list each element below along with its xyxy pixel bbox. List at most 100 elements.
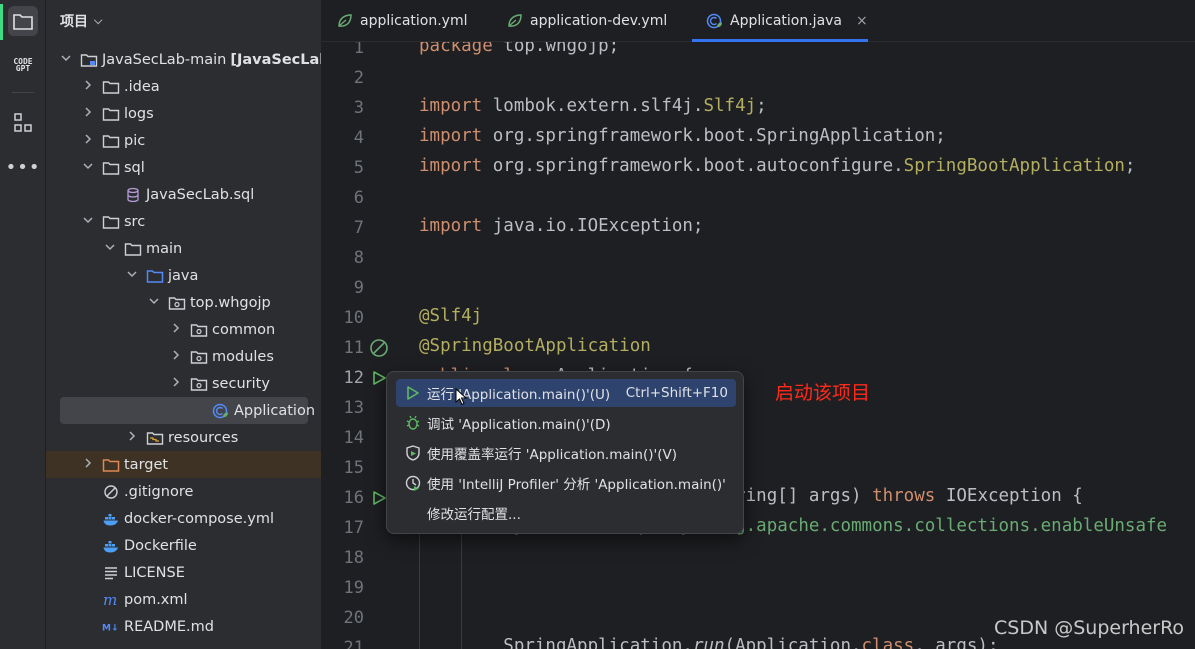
chevron-right-icon[interactable] <box>124 431 140 444</box>
debug-icon <box>406 415 420 430</box>
project-panel: 项目 ⌵ JavaSecLab-main[JavaSecLab]D .idea lo… <box>46 0 322 649</box>
line-number: 19 <box>343 578 364 598</box>
chevron-right-icon[interactable] <box>80 107 96 120</box>
tree-item-label: LICENSE <box>124 564 185 581</box>
svg-text:m: m <box>103 592 117 608</box>
tree-item-label: docker-compose.yml <box>124 510 274 527</box>
tree-item-label: .idea <box>124 78 160 95</box>
line-number: 8 <box>353 248 364 268</box>
tab-application-java[interactable]: Application.java × <box>692 0 868 42</box>
structure-tool-button[interactable] <box>8 108 38 138</box>
spring-bean-icon <box>370 339 388 357</box>
chevron-right-icon[interactable] <box>168 377 184 390</box>
tree-item[interactable]: M↓ README.md <box>46 613 321 640</box>
tree-item[interactable]: .gitignore <box>46 478 321 505</box>
package-icon <box>190 321 208 339</box>
maven-icon: m <box>102 591 120 609</box>
active-indicator <box>0 4 3 40</box>
codegpt-icon: CODE GPT <box>13 58 32 73</box>
tree-item[interactable]: .idea <box>46 73 321 100</box>
chevron-down-icon[interactable] <box>124 269 140 282</box>
tree-item-label: security <box>212 375 270 392</box>
menu-item-edit-config[interactable]: 修改运行配置... <box>396 499 736 527</box>
tree-item-label: top.whgojp <box>190 294 271 311</box>
tree-item[interactable]: target <box>46 451 321 478</box>
tree-item[interactable]: top.whgojp <box>46 289 321 316</box>
tree-item[interactable]: common <box>46 316 321 343</box>
tree-item[interactable]: sql <box>46 154 321 181</box>
menu-item-profiler[interactable]: 使用 'IntelliJ Profiler' 分析 'Application.m… <box>396 469 736 497</box>
project-panel-header[interactable]: 项目 ⌵ <box>60 10 102 32</box>
chevron-down-icon[interactable] <box>102 242 118 255</box>
docker-icon <box>102 510 120 528</box>
tab-label: application-dev.yml <box>530 13 668 29</box>
menu-item-shortcut: Ctrl+Shift+F10 <box>625 385 728 401</box>
menu-item-label: 修改运行配置... <box>427 507 521 523</box>
package-icon <box>190 375 208 393</box>
tree-item-label: JavaSecLab.sql <box>146 186 255 203</box>
module-name: [JavaSecLab] <box>230 51 321 68</box>
run-context-menu: 运行 'Application.main()'(U) Ctrl+Shift+F1… <box>386 371 744 534</box>
tree-item[interactable]: pic <box>46 127 321 154</box>
tree-item-label: Application <box>234 402 316 419</box>
chevron-down-icon[interactable] <box>146 296 162 309</box>
tree-item[interactable]: Dockerfile <box>46 532 321 559</box>
codegpt-tool-button[interactable]: CODE GPT <box>8 50 38 80</box>
chevron-right-icon[interactable] <box>168 350 184 363</box>
run-icon <box>407 386 419 400</box>
chevron-right-icon[interactable] <box>168 323 184 336</box>
chevron-right-icon[interactable] <box>80 458 96 471</box>
tree-item[interactable]: modules <box>46 343 321 370</box>
more-tools-button[interactable]: ••• <box>6 152 40 182</box>
tab-application-yml[interactable]: application.yml <box>336 0 468 42</box>
menu-item-label: 使用 'IntelliJ Profiler' 分析 'Application.m… <box>427 477 726 493</box>
chevron-right-icon[interactable] <box>80 80 96 93</box>
tree-item[interactable]: src <box>46 208 321 235</box>
tree-item[interactable]: Application <box>60 397 315 424</box>
menu-item-debug[interactable]: 调试 'Application.main()'(D) <box>396 409 736 437</box>
line-number: 11 <box>343 338 364 358</box>
chevron-down-icon[interactable] <box>58 53 74 66</box>
folder-icon <box>102 105 120 123</box>
spring-class-icon <box>212 402 230 420</box>
folder-icon <box>102 213 120 231</box>
tree-item-label: target <box>124 456 169 473</box>
tree-item[interactable]: main <box>46 235 321 262</box>
tab-application-dev-yml[interactable]: application-dev.yml <box>506 0 667 42</box>
watermark: CSDN @SuperherRo <box>994 617 1185 639</box>
menu-item-coverage[interactable]: 使用覆盖率运行 'Application.main()'(V) <box>396 439 736 467</box>
tree-item-label: pom.xml <box>124 591 188 608</box>
chevron-right-icon[interactable] <box>80 134 96 147</box>
tree-item-label: pic <box>124 132 146 149</box>
tree-item[interactable]: security <box>46 370 321 397</box>
line-number: 21 <box>343 638 364 649</box>
tree-item[interactable]: docker-compose.yml <box>46 505 321 532</box>
source-folder-icon <box>146 267 164 285</box>
folder-icon <box>102 78 120 96</box>
tree-item[interactable]: resources <box>46 424 321 451</box>
tree-item[interactable]: m pom.xml <box>46 586 321 613</box>
resources-folder-icon <box>146 429 164 447</box>
tree-item-label: README.md <box>124 618 214 635</box>
database-icon <box>124 186 142 204</box>
tree-item[interactable]: logs <box>46 100 321 127</box>
tree-item-label: src <box>124 213 146 230</box>
line-number: 15 <box>343 458 364 478</box>
chevron-down-icon[interactable] <box>80 161 96 174</box>
tree-item[interactable]: LICENSE <box>46 559 321 586</box>
run-icon <box>373 371 386 385</box>
tree-item[interactable]: JavaSecLab.sql <box>46 181 321 208</box>
run-icon <box>373 491 386 505</box>
tree-item-label: common <box>212 321 276 338</box>
empty-icon-slot <box>404 504 422 522</box>
project-tool-button[interactable] <box>8 6 38 36</box>
tree-item[interactable]: java <box>46 262 321 289</box>
chevron-down-icon[interactable] <box>80 215 96 228</box>
close-icon[interactable]: × <box>856 13 868 29</box>
tree-item-label: sql <box>124 159 145 176</box>
tree-item[interactable]: JavaSecLab-main[JavaSecLab]D <box>46 46 321 73</box>
spring-bean-gutter-icon[interactable] <box>368 337 390 359</box>
code-editor[interactable]: 1 2 3 4 5 6 7 8 9 10 11 12 13 14 15 16 17 18 19 20 21 packag… <box>322 42 1195 649</box>
line-number: 16 <box>343 488 364 508</box>
menu-item-run[interactable]: 运行 'Application.main()'(U) Ctrl+Shift+F1… <box>396 379 736 407</box>
